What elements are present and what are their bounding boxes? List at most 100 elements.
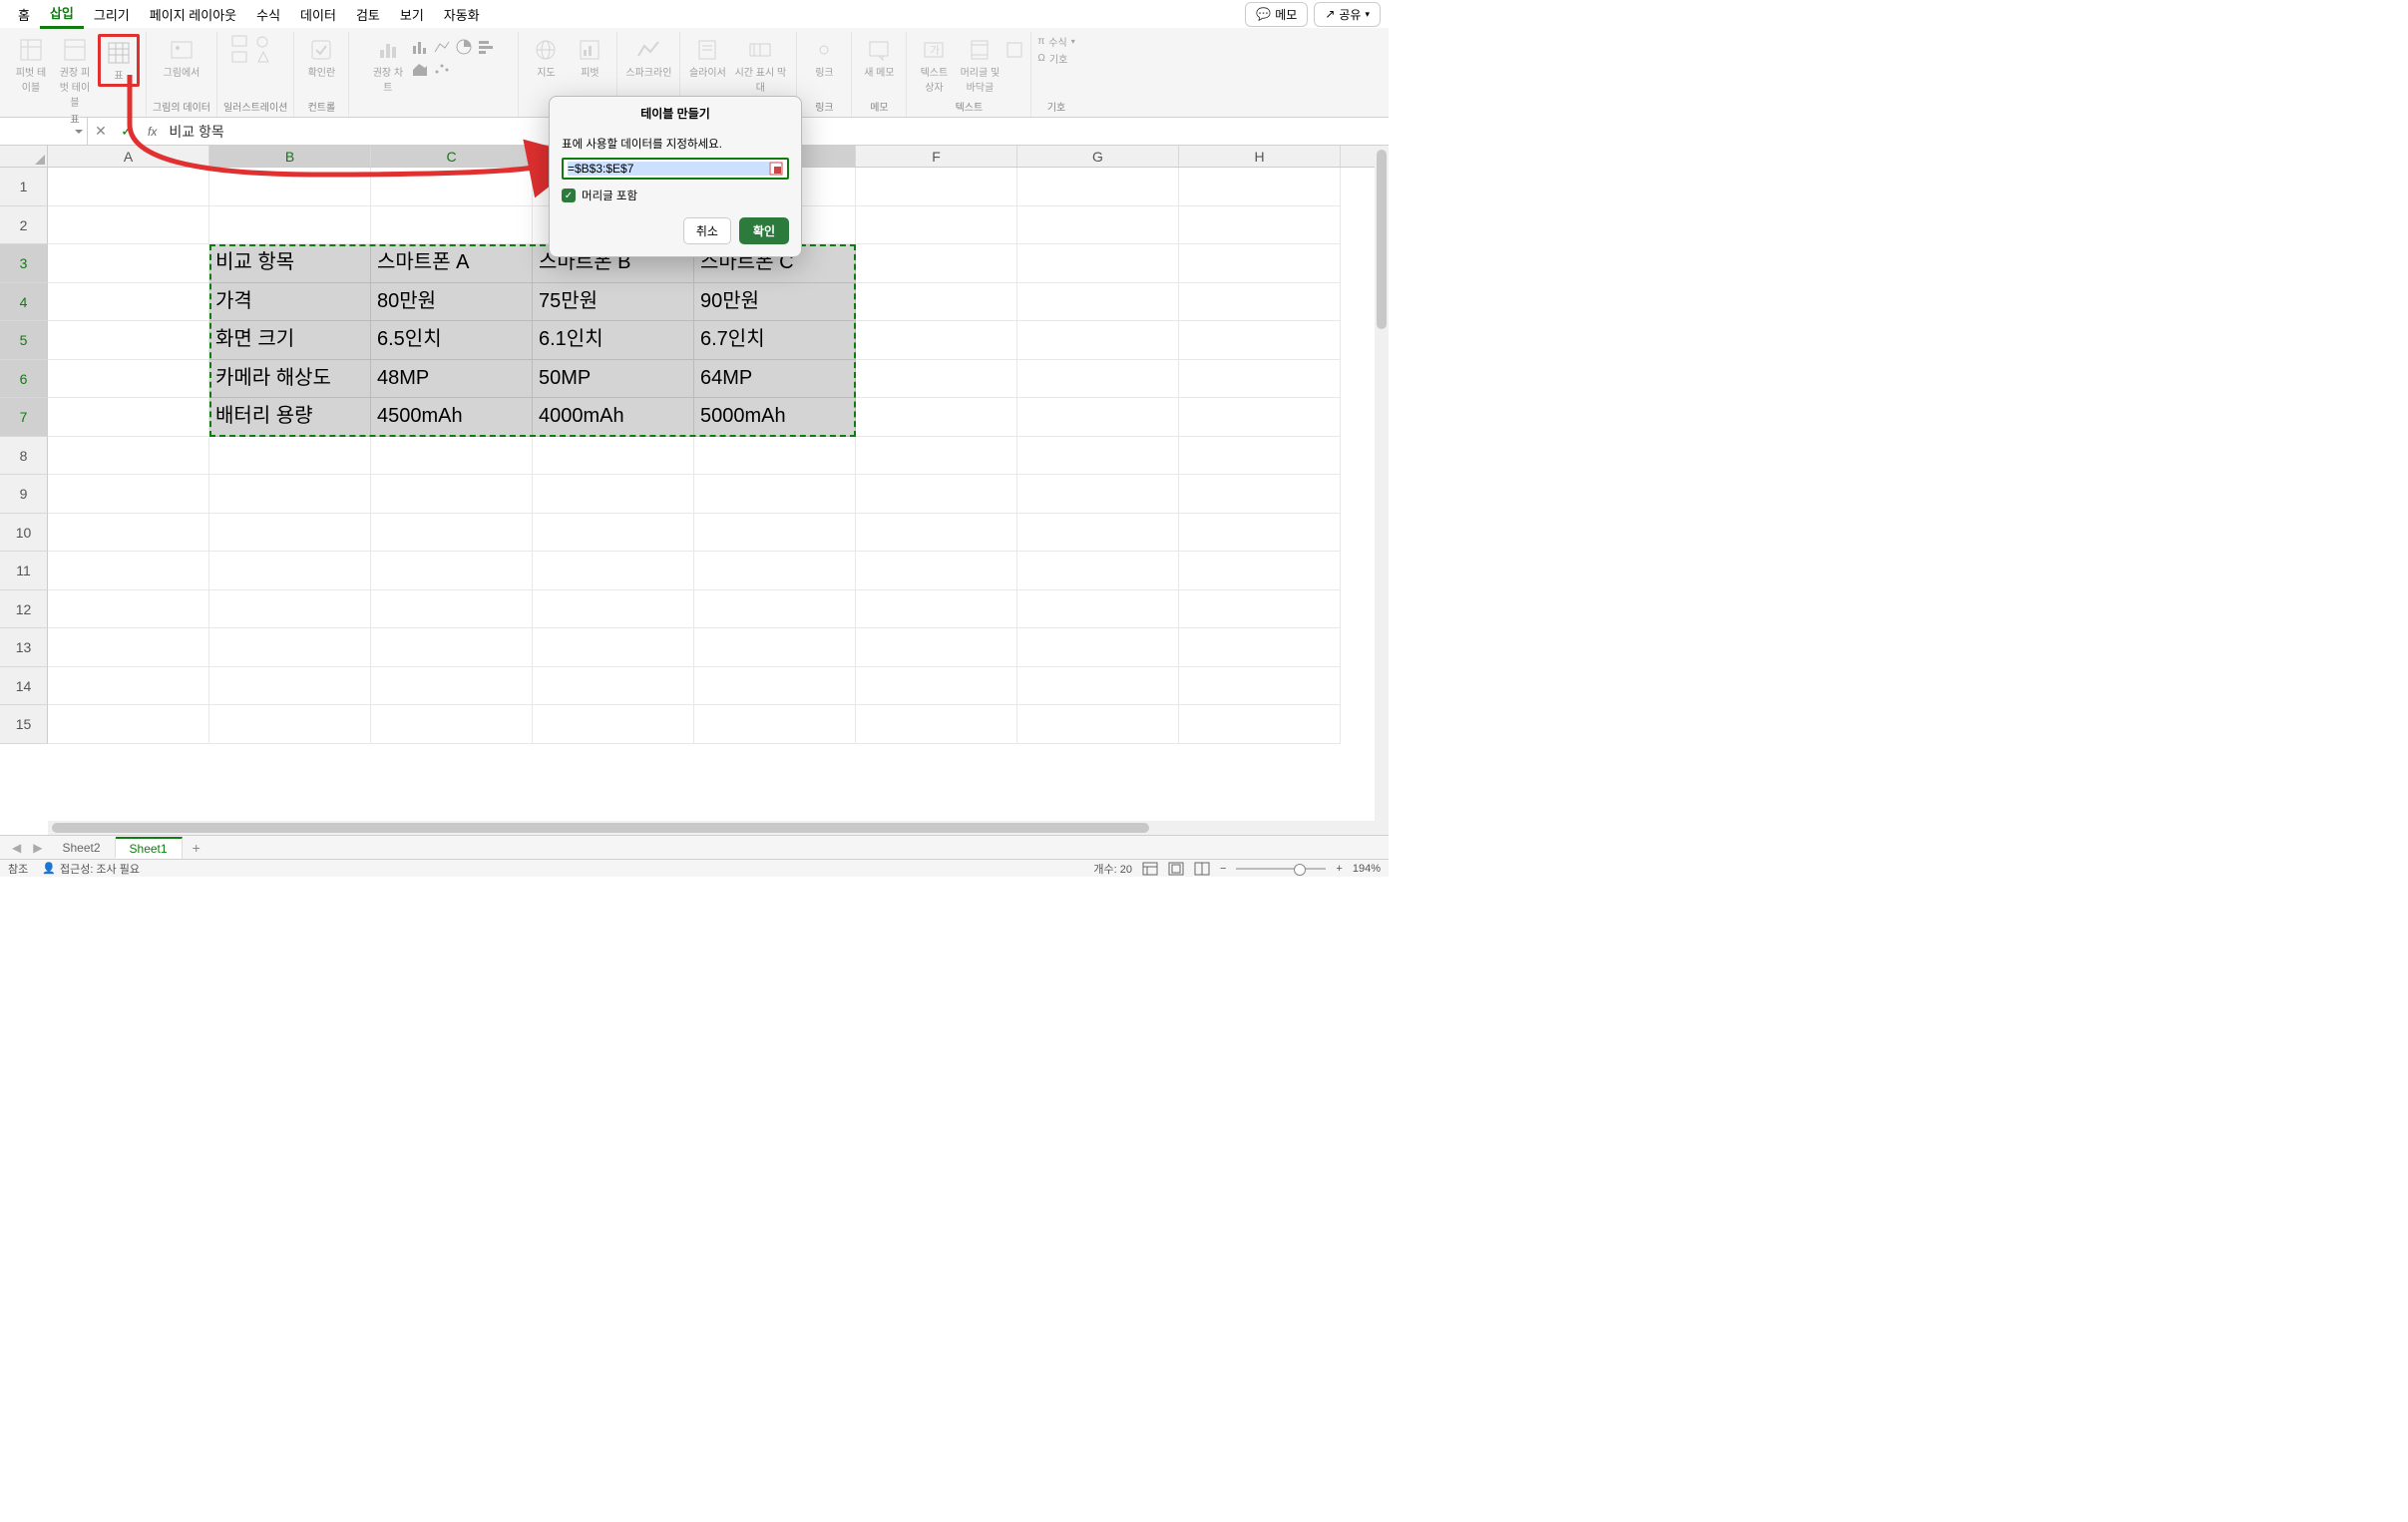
shapes-button[interactable] xyxy=(225,34,285,66)
zoom-out-button[interactable]: − xyxy=(1220,863,1226,875)
row-header-10[interactable]: 10 xyxy=(0,514,48,553)
symbol-button[interactable]: Ω기호 xyxy=(1037,51,1067,66)
row-header-11[interactable]: 11 xyxy=(0,552,48,590)
cell-F8[interactable] xyxy=(856,437,1017,476)
cell-G15[interactable] xyxy=(1017,705,1179,744)
cell-G11[interactable] xyxy=(1017,552,1179,590)
enter-formula-icon[interactable]: ✓ xyxy=(114,123,140,140)
cell-D14[interactable] xyxy=(533,667,694,706)
cell-E14[interactable] xyxy=(694,667,856,706)
cell-D15[interactable] xyxy=(533,705,694,744)
row-header-2[interactable]: 2 xyxy=(0,206,48,245)
column-header-B[interactable]: B xyxy=(209,146,371,167)
cell-C7[interactable]: 4500mAh xyxy=(371,398,533,437)
cell-G14[interactable] xyxy=(1017,667,1179,706)
row-header-13[interactable]: 13 xyxy=(0,628,48,667)
cell-A2[interactable] xyxy=(48,206,209,245)
cell-H11[interactable] xyxy=(1179,552,1341,590)
header-footer-button[interactable]: 머리글 및 바닥글 xyxy=(957,34,1003,96)
cell-B7[interactable]: 배터리 용량 xyxy=(209,398,371,437)
cell-H10[interactable] xyxy=(1179,514,1341,553)
range-input[interactable]: =$B$3:$E$7 xyxy=(568,162,769,176)
cell-G1[interactable] xyxy=(1017,168,1179,206)
cell-F1[interactable] xyxy=(856,168,1017,206)
next-sheet-icon[interactable]: ▶ xyxy=(27,841,48,855)
cell-H8[interactable] xyxy=(1179,437,1341,476)
pivot-table-button[interactable]: 피벗 테이블 xyxy=(10,34,52,96)
cell-G4[interactable] xyxy=(1017,283,1179,322)
cell-B11[interactable] xyxy=(209,552,371,590)
menu-home[interactable]: 홈 xyxy=(8,1,40,28)
accessibility-status[interactable]: 👤접근성: 조사 필요 xyxy=(42,861,140,877)
cell-A14[interactable] xyxy=(48,667,209,706)
cell-B15[interactable] xyxy=(209,705,371,744)
column-header-G[interactable]: G xyxy=(1017,146,1179,167)
cell-G12[interactable] xyxy=(1017,590,1179,629)
cell-H3[interactable] xyxy=(1179,244,1341,283)
row-header-4[interactable]: 4 xyxy=(0,283,48,322)
table-button[interactable]: 표 xyxy=(98,34,140,87)
cell-F9[interactable] xyxy=(856,475,1017,514)
column-header-A[interactable]: A xyxy=(48,146,209,167)
menu-draw[interactable]: 그리기 xyxy=(84,1,140,28)
cell-G3[interactable] xyxy=(1017,244,1179,283)
sparklines-button[interactable]: 스파크라인 xyxy=(623,34,673,81)
cell-D6[interactable]: 50MP xyxy=(533,360,694,399)
menu-insert[interactable]: 삽입 xyxy=(40,0,84,29)
cell-E4[interactable]: 90만원 xyxy=(694,283,856,322)
scatter-chart-icon[interactable] xyxy=(433,60,451,78)
cell-B8[interactable] xyxy=(209,437,371,476)
row-header-14[interactable]: 14 xyxy=(0,667,48,706)
cell-D13[interactable] xyxy=(533,628,694,667)
cell-H1[interactable] xyxy=(1179,168,1341,206)
horizontal-scrollbar[interactable] xyxy=(48,821,1375,835)
cell-C6[interactable]: 48MP xyxy=(371,360,533,399)
cell-H15[interactable] xyxy=(1179,705,1341,744)
column-chart-icon[interactable] xyxy=(411,38,429,56)
cell-H12[interactable] xyxy=(1179,590,1341,629)
checkbox-icon[interactable]: ✓ xyxy=(562,189,576,202)
cell-A13[interactable] xyxy=(48,628,209,667)
cell-G5[interactable] xyxy=(1017,321,1179,360)
cell-A7[interactable] xyxy=(48,398,209,437)
cell-F7[interactable] xyxy=(856,398,1017,437)
cell-G2[interactable] xyxy=(1017,206,1179,245)
cell-F15[interactable] xyxy=(856,705,1017,744)
link-button[interactable]: 링크 xyxy=(803,34,845,81)
equation-button[interactable]: π수식▾ xyxy=(1037,34,1074,49)
from-picture-button[interactable]: 그림에서 xyxy=(161,34,202,81)
recommended-charts-button[interactable]: 권장 차트 xyxy=(367,34,409,96)
cell-C10[interactable] xyxy=(371,514,533,553)
area-chart-icon[interactable] xyxy=(411,60,429,78)
row-header-15[interactable]: 15 xyxy=(0,705,48,744)
cell-B13[interactable] xyxy=(209,628,371,667)
chart-types[interactable] xyxy=(411,34,501,78)
menu-formulas[interactable]: 수식 xyxy=(246,1,290,28)
cell-G9[interactable] xyxy=(1017,475,1179,514)
menu-data[interactable]: 데이터 xyxy=(290,1,346,28)
line-chart-icon[interactable] xyxy=(433,38,451,56)
cell-G13[interactable] xyxy=(1017,628,1179,667)
name-box[interactable] xyxy=(0,118,88,145)
cell-C14[interactable] xyxy=(371,667,533,706)
cell-C9[interactable] xyxy=(371,475,533,514)
cell-F12[interactable] xyxy=(856,590,1017,629)
ok-button[interactable]: 확인 xyxy=(739,217,789,244)
cell-D7[interactable]: 4000mAh xyxy=(533,398,694,437)
cell-A1[interactable] xyxy=(48,168,209,206)
cell-C4[interactable]: 80만원 xyxy=(371,283,533,322)
cell-F5[interactable] xyxy=(856,321,1017,360)
recommended-pivot-button[interactable]: 권장 피벗 테이블 xyxy=(54,34,96,111)
cell-D11[interactable] xyxy=(533,552,694,590)
cell-F3[interactable] xyxy=(856,244,1017,283)
cell-A4[interactable] xyxy=(48,283,209,322)
row-header-8[interactable]: 8 xyxy=(0,437,48,476)
row-header-6[interactable]: 6 xyxy=(0,360,48,399)
wordart-button[interactable] xyxy=(1004,34,1024,66)
page-break-view-icon[interactable] xyxy=(1194,862,1210,876)
row-header-5[interactable]: 5 xyxy=(0,321,48,360)
zoom-level[interactable]: 194% xyxy=(1353,863,1381,875)
memo-button[interactable]: 💬메모 xyxy=(1245,2,1308,27)
menu-review[interactable]: 검토 xyxy=(346,1,390,28)
cell-G10[interactable] xyxy=(1017,514,1179,553)
